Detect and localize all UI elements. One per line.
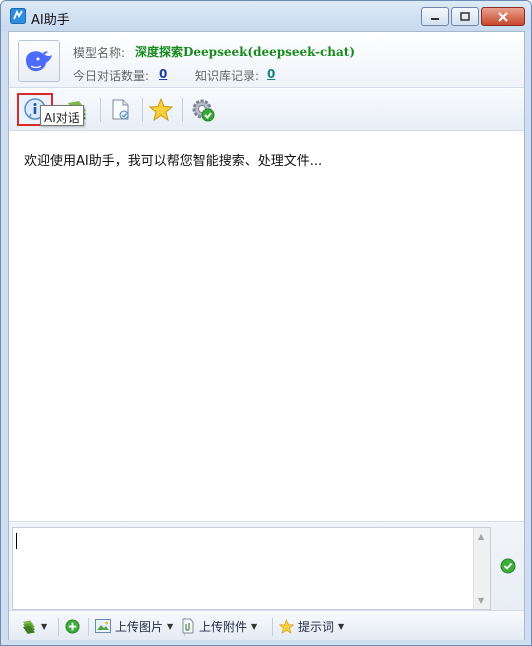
model-name: 深度探索Deepseek(deepseek-chat) bbox=[135, 45, 355, 59]
ai-assistant-window: AI助手 模型名称: 深度探索Deepseek(deepseek-chat) 今… bbox=[0, 0, 532, 646]
model-header: 模型名称: 深度探索Deepseek(deepseek-chat) 今日对话数量… bbox=[9, 32, 524, 88]
welcome-message: 欢迎使用AI助手，我可以帮您智能搜索、处理文件... bbox=[24, 154, 323, 169]
favorites-button[interactable] bbox=[143, 93, 179, 126]
today-count-label: 今日对话数量: bbox=[73, 69, 150, 83]
maximize-button[interactable] bbox=[451, 7, 479, 26]
chat-display: 欢迎使用AI助手，我可以帮您智能搜索、处理文件... bbox=[9, 131, 524, 521]
minimize-icon bbox=[431, 17, 439, 20]
upload-image-button[interactable]: 上传图片 ▼ bbox=[95, 617, 173, 635]
maximize-icon bbox=[460, 12, 470, 21]
upload-image-label: 上传图片 bbox=[115, 619, 164, 634]
text-caret bbox=[16, 533, 17, 549]
settings-check-icon bbox=[192, 99, 215, 121]
title-bar[interactable]: AI助手 bbox=[1, 1, 531, 31]
kb-count-link[interactable]: 0 bbox=[267, 67, 275, 81]
scroll-down-icon[interactable]: ▼ bbox=[478, 596, 484, 605]
chevron-down-icon: ▼ bbox=[251, 621, 258, 631]
input-scrollbar[interactable]: ▲ ▼ bbox=[473, 528, 490, 609]
star-icon bbox=[279, 618, 294, 634]
add-button[interactable] bbox=[65, 617, 80, 635]
message-input[interactable]: ▲ ▼ bbox=[12, 527, 491, 610]
client-area: 模型名称: 深度探索Deepseek(deepseek-chat) 今日对话数量… bbox=[8, 31, 525, 640]
deepseek-whale-icon bbox=[26, 51, 52, 72]
image-icon bbox=[95, 619, 111, 633]
main-toolbar bbox=[9, 89, 524, 131]
document-refresh-icon bbox=[112, 99, 129, 119]
add-icon bbox=[65, 618, 80, 634]
settings-button[interactable] bbox=[185, 93, 221, 126]
document-button[interactable] bbox=[103, 93, 139, 126]
attachment-icon bbox=[182, 618, 194, 634]
star-icon bbox=[149, 98, 173, 121]
close-icon bbox=[498, 11, 508, 22]
chevron-down-icon: ▼ bbox=[41, 621, 48, 631]
kb-label: 知识库记录: bbox=[195, 69, 260, 83]
model-avatar bbox=[18, 40, 60, 82]
model-label: 模型名称: bbox=[73, 46, 126, 60]
minimize-button[interactable] bbox=[421, 7, 449, 26]
scroll-up-icon[interactable]: ▲ bbox=[478, 532, 484, 541]
bottom-toolbar: ▼ 上传图片 ▼ 上传附件 ▼ 提示词 ▼ bbox=[9, 610, 524, 640]
window-title: AI助手 bbox=[31, 13, 70, 28]
prompt-words-button[interactable]: 提示词 ▼ bbox=[279, 617, 344, 635]
upload-attachment-label: 上传附件 bbox=[199, 619, 248, 634]
app-icon bbox=[10, 8, 26, 24]
tooltip: AI对话 bbox=[40, 105, 84, 126]
today-count-link[interactable]: 0 bbox=[159, 67, 167, 81]
prompt-words-label: 提示词 bbox=[298, 619, 335, 634]
send-check-icon[interactable] bbox=[500, 558, 516, 574]
upload-attachment-button[interactable]: 上传附件 ▼ bbox=[181, 617, 257, 635]
close-button[interactable] bbox=[481, 7, 525, 26]
bookmark-stack-icon bbox=[23, 620, 35, 634]
input-zone: ▲ ▼ bbox=[9, 521, 524, 610]
chevron-down-icon: ▼ bbox=[338, 621, 345, 631]
knowledge-dropdown[interactable]: ▼ bbox=[21, 617, 47, 635]
chevron-down-icon: ▼ bbox=[167, 621, 174, 631]
